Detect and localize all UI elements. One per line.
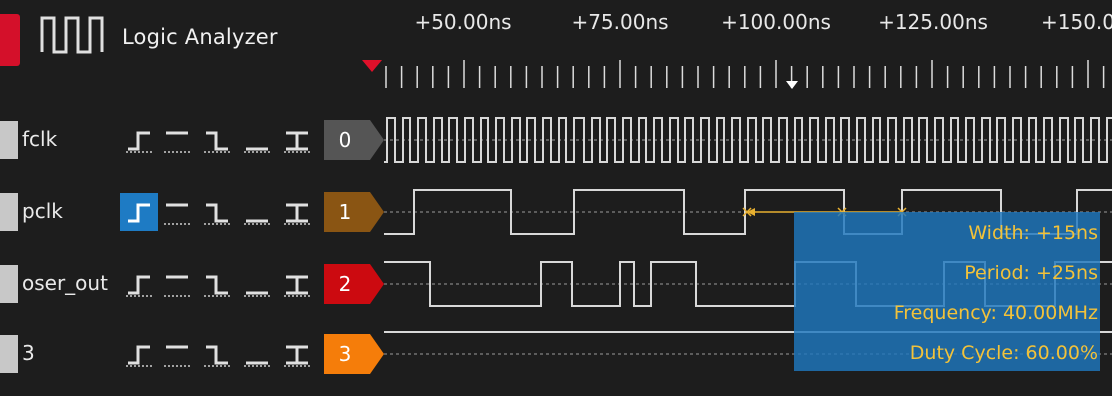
- measurement-panel: Width: +15ns Period: +25ns Frequency: 40…: [794, 212, 1100, 371]
- duty-cycle-measurement: Duty Cycle: 60.00%: [909, 342, 1098, 364]
- waveform-logo-icon: [40, 16, 104, 54]
- channel-number: 1: [338, 200, 352, 224]
- cursor-marker-icon[interactable]: [786, 81, 798, 89]
- rising-edge-icon: [126, 275, 152, 297]
- time-label: +100.00ns: [721, 10, 831, 34]
- trigger-any-edge-button[interactable]: [278, 193, 316, 231]
- trigger-falling-edge-button[interactable]: [198, 121, 236, 159]
- high-level-icon: [164, 131, 190, 153]
- channel-name[interactable]: 3: [22, 341, 35, 365]
- period-measurement: Period: +25ns: [964, 262, 1098, 284]
- trigger-rising-edge-button[interactable]: [120, 193, 158, 231]
- high-level-icon: [164, 345, 190, 367]
- channel-name[interactable]: oser_out: [22, 271, 108, 295]
- app-title: Logic Analyzer: [122, 25, 278, 49]
- trigger-falling-edge-button[interactable]: [198, 193, 236, 231]
- low-level-icon: [244, 291, 270, 297]
- low-level-icon: [244, 219, 270, 225]
- channel-drag-handle[interactable]: [0, 121, 18, 159]
- channel-name[interactable]: fclk: [22, 127, 57, 151]
- channel-name[interactable]: pclk: [22, 199, 63, 223]
- channel-number-badge[interactable]: 3: [324, 334, 384, 374]
- frequency-measurement: Frequency: 40.00MHz: [893, 302, 1098, 324]
- trigger-low-level-button[interactable]: [238, 265, 276, 303]
- channel-number: 3: [338, 342, 352, 366]
- channel-number: 0: [338, 128, 352, 152]
- falling-edge-icon: [204, 345, 230, 367]
- trigger-any-edge-button[interactable]: [278, 335, 316, 373]
- trigger-falling-edge-button[interactable]: [198, 265, 236, 303]
- trigger-falling-edge-button[interactable]: [198, 335, 236, 373]
- falling-edge-icon: [204, 131, 230, 153]
- time-label: +150.0: [1040, 10, 1112, 34]
- low-level-icon: [244, 147, 270, 153]
- app-accent-bar: [0, 14, 20, 66]
- trigger-rising-edge-button[interactable]: [120, 265, 158, 303]
- trigger-marker-icon[interactable]: [360, 56, 384, 76]
- trigger-high-level-button[interactable]: [158, 335, 196, 373]
- trigger-high-level-button[interactable]: [158, 121, 196, 159]
- falling-edge-icon: [204, 275, 230, 297]
- high-level-icon: [164, 275, 190, 297]
- channel-number-badge[interactable]: 1: [324, 192, 384, 232]
- time-label: +50.00ns: [414, 10, 512, 34]
- falling-edge-icon: [204, 203, 230, 225]
- rising-edge-icon: [128, 203, 150, 223]
- channel-drag-handle[interactable]: [0, 265, 18, 303]
- trigger-high-level-button[interactable]: [158, 265, 196, 303]
- channel-number-badge[interactable]: 0: [324, 120, 384, 160]
- time-ruler[interactable]: [384, 48, 1112, 98]
- channel-number-badge[interactable]: 2: [324, 264, 384, 304]
- high-level-icon: [164, 203, 190, 225]
- any-edge-icon: [284, 203, 310, 225]
- trigger-low-level-button[interactable]: [238, 193, 276, 231]
- time-label: +75.00ns: [571, 10, 669, 34]
- rising-edge-icon: [126, 131, 152, 153]
- any-edge-icon: [284, 345, 310, 367]
- channel-number: 2: [338, 272, 352, 296]
- any-edge-icon: [284, 131, 310, 153]
- trigger-low-level-button[interactable]: [238, 121, 276, 159]
- width-measurement: Width: +15ns: [968, 222, 1098, 244]
- channel-drag-handle[interactable]: [0, 193, 18, 231]
- time-label: +125.00ns: [878, 10, 988, 34]
- trigger-rising-edge-button[interactable]: [120, 335, 158, 373]
- trigger-any-edge-button[interactable]: [278, 265, 316, 303]
- rising-edge-icon: [126, 345, 152, 367]
- trigger-any-edge-button[interactable]: [278, 121, 316, 159]
- trigger-high-level-button[interactable]: [158, 193, 196, 231]
- any-edge-icon: [284, 275, 310, 297]
- trigger-rising-edge-button[interactable]: [120, 121, 158, 159]
- channel-drag-handle[interactable]: [0, 335, 18, 373]
- trigger-low-level-button[interactable]: [238, 335, 276, 373]
- low-level-icon: [244, 361, 270, 367]
